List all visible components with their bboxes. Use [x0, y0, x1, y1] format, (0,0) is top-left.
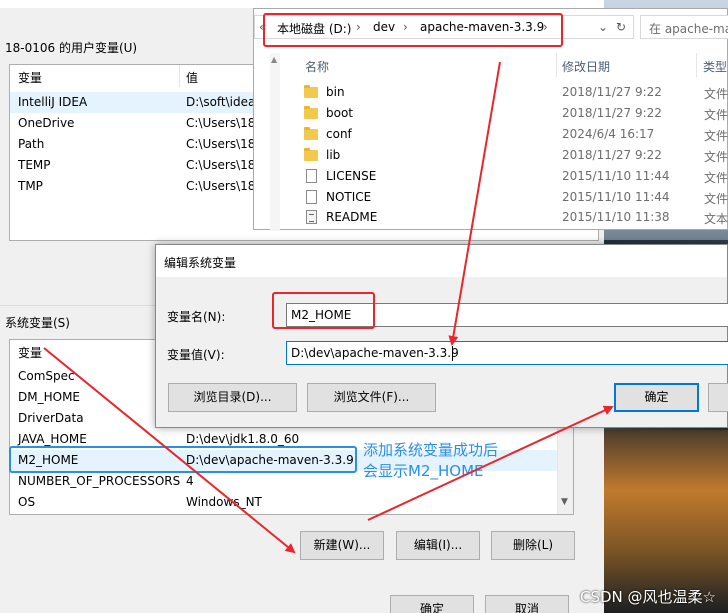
- arrow-to-ok-button: [367, 405, 614, 521]
- arrow-to-new-button: [43, 347, 296, 554]
- annotation-arrows: [43, 61, 614, 554]
- arrow-path-to-value: [448, 61, 501, 346]
- watermark: CSDN @风也温柔☆: [580, 588, 716, 606]
